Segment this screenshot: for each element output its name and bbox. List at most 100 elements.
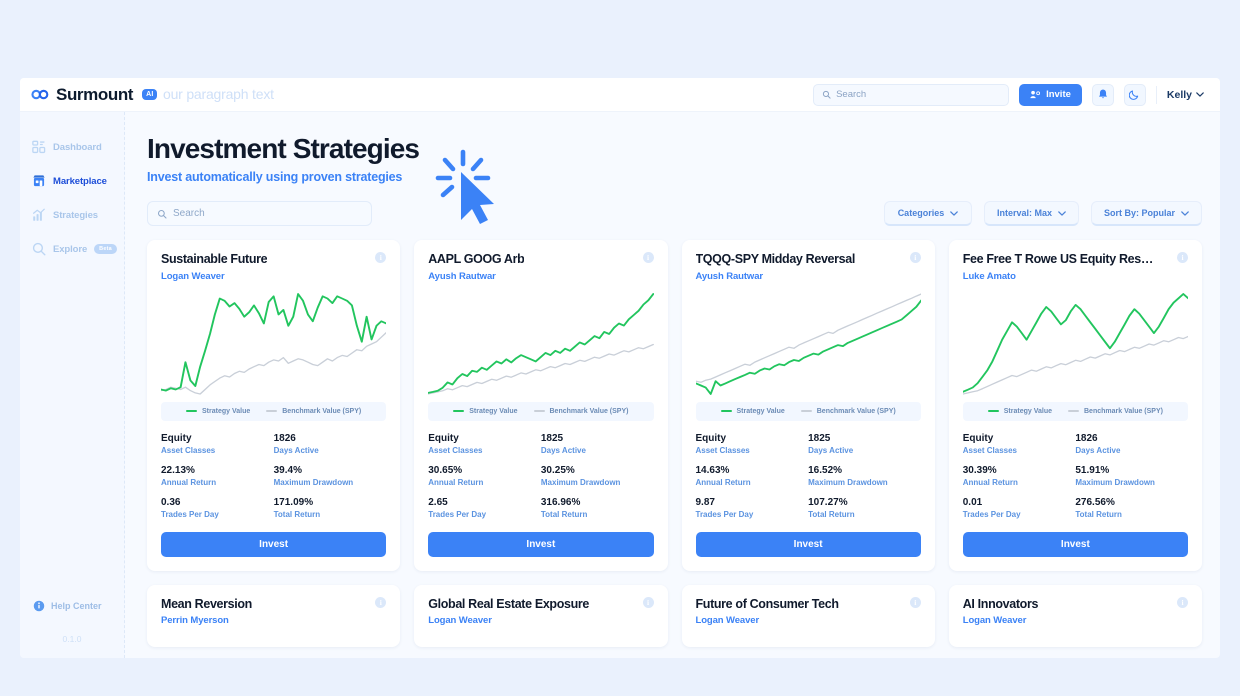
user-menu[interactable]: Kelly (1167, 89, 1204, 101)
invest-button[interactable]: Invest (962, 531, 1188, 557)
card-author[interactable]: Logan Weaver (161, 271, 386, 282)
stat-label: Asset Classes (695, 445, 750, 455)
invest-button[interactable]: Invest (695, 531, 921, 557)
stat-trades-per-day: 9.87 Trades Per Day (696, 497, 809, 519)
card-author[interactable]: Logan Weaver (428, 615, 653, 626)
card-header: Mean Reversion i (161, 596, 387, 611)
strategy-card[interactable]: TQQQ-SPY Midday Reversal i Ayush Rautwar St… (681, 240, 935, 571)
chart-legend: Strategy Value Benchmark Value (SPY) (161, 401, 387, 421)
card-title: Global Real Estate Exposure (428, 596, 589, 611)
strategy-card[interactable]: AAPL GOOG Arb i Ayush Rautwar Strategy Valu… (414, 240, 668, 571)
filter-categories[interactable]: Categories (883, 201, 972, 227)
strategy-card[interactable]: Fee Free T Rowe US Equity Resea… i Luke Am… (948, 240, 1202, 571)
dark-mode-toggle[interactable] (1123, 83, 1146, 106)
sidebar-item-strategies[interactable]: Strategies (20, 202, 124, 228)
legend-label-benchmark: Benchmark Value (SPY) (1084, 407, 1163, 415)
stat-value: 316.96% (540, 496, 581, 508)
help-center-link[interactable]: Help Center (20, 600, 124, 612)
stat-value: 2.65 (428, 496, 448, 508)
stat-days-active: 1825 Days Active (541, 433, 654, 455)
bell-icon (1098, 89, 1107, 99)
stat-label: Asset Classes (428, 445, 483, 455)
card-author[interactable]: Ayush Rautwar (696, 271, 921, 282)
card-info-icon[interactable]: i (642, 596, 654, 608)
legend-swatch-strategy (186, 410, 197, 413)
sidebar-item-marketplace[interactable]: Marketplace (20, 168, 124, 194)
invest-button[interactable]: Invest (161, 531, 387, 557)
sidebar-item-explore[interactable]: Explore Beta (20, 236, 124, 262)
card-title: AAPL GOOG Arb (428, 252, 525, 267)
card-author[interactable]: Logan Weaver (963, 615, 1188, 626)
card-author[interactable]: Logan Weaver (696, 615, 921, 626)
strategies-search-input[interactable]: Search (147, 201, 372, 227)
main-content: Investment Strategies Invest automatical… (125, 112, 1220, 658)
stat-label: Annual Return (695, 477, 751, 487)
search-icon (822, 90, 831, 99)
filter-interval[interactable]: Interval: Max (983, 201, 1079, 227)
sidebar: Dashboard Marketplace Strategies Explore… (20, 112, 125, 658)
stat-value: Equity (161, 432, 192, 444)
sidebar-item-dashboard[interactable]: Dashboard (20, 134, 124, 160)
notifications-button[interactable] (1091, 83, 1114, 106)
legend-label-benchmark: Benchmark Value (SPY) (282, 407, 362, 415)
strategy-card[interactable]: AI Innovators i Logan Weaver (948, 584, 1202, 647)
card-info-icon[interactable]: i (375, 596, 387, 608)
performance-chart (161, 292, 387, 395)
stat-value: 30.25% (540, 464, 575, 476)
stat-value: 276.56% (1075, 496, 1115, 508)
stat-annual-return: 30.39% Annual Return (963, 465, 1076, 487)
stat-total-return: 171.09% Total Return (274, 497, 387, 519)
stat-label: Days Active (540, 445, 586, 455)
strategy-card[interactable]: Future of Consumer Tech i Logan Weaver (681, 584, 935, 647)
card-chart (161, 290, 387, 398)
legend-item-strategy: Strategy Value (453, 408, 518, 415)
top-bar-right-group: Search Invite Kelly (813, 83, 1204, 106)
stat-annual-return: 30.65% Annual Return (428, 465, 541, 487)
stat-label: Days Active (1075, 445, 1121, 455)
stat-label: Trades Per Day (428, 509, 487, 519)
card-stats: Equity Asset Classes 1825 Days Active 14.63%… (696, 433, 921, 519)
stat-label: Maximum Drawdown (540, 477, 621, 487)
invest-button[interactable]: Invest (428, 531, 654, 557)
legend-item-strategy: Strategy Value (186, 408, 250, 415)
invite-button[interactable]: Invite (1019, 83, 1082, 106)
stat-trades-per-day: 2.65 Trades Per Day (428, 497, 541, 519)
stat-days-active: 1825 Days Active (808, 433, 921, 455)
stat-value: 14.63% (695, 464, 730, 476)
strategy-card[interactable]: Sustainable Future i Logan Weaver Strategy … (147, 240, 401, 571)
stat-value: 51.91% (1075, 464, 1110, 476)
chart-legend: Strategy Value Benchmark Value (SPY) (428, 401, 654, 421)
add-user-icon (1030, 90, 1041, 99)
stat-value: 30.65% (428, 464, 463, 476)
filter-categories-label: Categories (897, 208, 945, 219)
legend-swatch-benchmark (533, 410, 545, 413)
card-header: Global Real Estate Exposure i (428, 596, 654, 611)
card-info-icon[interactable]: i (909, 252, 921, 264)
stat-value: 0.36 (161, 496, 181, 508)
filter-sort-by[interactable]: Sort By: Popular (1090, 201, 1202, 227)
invite-label: Invite (1046, 89, 1071, 100)
card-info-icon[interactable]: i (375, 252, 387, 264)
card-info-icon[interactable]: i (909, 596, 921, 608)
brand-ai-chip: AI (142, 89, 158, 100)
stat-value: 22.13% (161, 464, 195, 476)
strategy-card[interactable]: Global Real Estate Exposure i Logan Weaver (414, 584, 668, 647)
stat-value: 1826 (273, 432, 296, 444)
card-info-icon[interactable]: i (1177, 252, 1188, 264)
legend-swatch-benchmark (800, 410, 812, 413)
stat-value: Equity (695, 432, 727, 444)
card-author[interactable]: Ayush Rautwar (428, 271, 653, 282)
stat-asset-classes: Equity Asset Classes (963, 433, 1076, 455)
card-author[interactable]: Luke Amato (963, 271, 1188, 282)
card-title: Future of Consumer Tech (695, 596, 839, 611)
card-info-icon[interactable]: i (1177, 596, 1188, 608)
chart-series-line (428, 292, 654, 394)
stat-value: 1826 (1075, 432, 1098, 444)
brand-logo[interactable]: Surmount AI (30, 85, 158, 105)
strategy-card[interactable]: Mean Reversion i Perrin Myerson (147, 584, 401, 647)
stat-label: Maximum Drawdown (1075, 477, 1155, 487)
card-info-icon[interactable]: i (642, 252, 654, 264)
global-search-input[interactable]: Search (813, 83, 1010, 106)
legend-label-benchmark: Benchmark Value (SPY) (549, 407, 629, 415)
card-author[interactable]: Perrin Myerson (161, 615, 386, 626)
